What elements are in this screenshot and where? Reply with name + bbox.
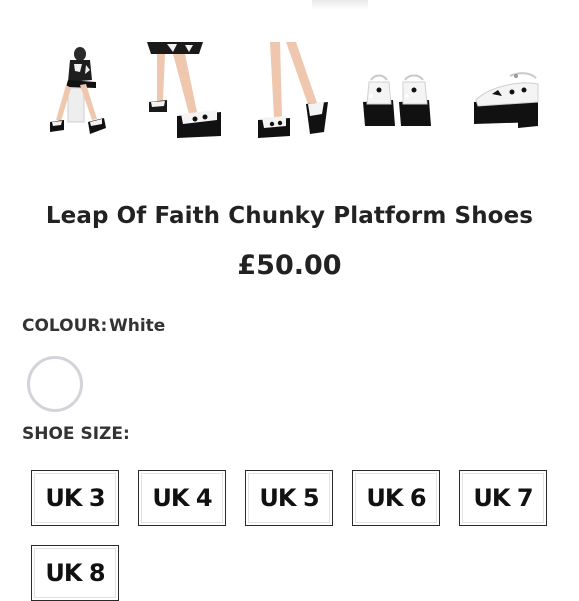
colour-swatch-white[interactable]: [27, 356, 83, 412]
model-legs-standing-photo-icon: [258, 42, 328, 138]
colour-label: COLOUR:: [22, 316, 108, 336]
product-title: Leap Of Faith Chunky Platform Shoes: [45, 203, 534, 229]
size-option-uk-5[interactable]: UK 5: [245, 470, 333, 526]
shoe-size-label: SHOE SIZE:: [22, 424, 130, 444]
thumbnail-2[interactable]: [137, 40, 225, 144]
size-option-uk-3[interactable]: UK 3: [31, 470, 119, 526]
size-option-uk-8[interactable]: UK 8: [31, 545, 119, 601]
size-option-uk-6[interactable]: UK 6: [352, 470, 440, 526]
colour-value: White: [109, 316, 166, 336]
thumbnail-gallery: [0, 40, 579, 146]
product-price: £50.00: [237, 250, 342, 281]
thumbnail-4[interactable]: [351, 40, 439, 144]
model-seated-photo-icon: [50, 47, 106, 134]
shoes-pair-back-view-photo-icon: [363, 74, 431, 126]
shoe-side-view-photo-icon: [474, 72, 539, 128]
previous-image-edge: [312, 0, 368, 10]
size-option-uk-7[interactable]: UK 7: [459, 470, 547, 526]
model-legs-crossed-photo-icon: [147, 42, 221, 138]
thumbnail-1[interactable]: [30, 40, 118, 144]
thumbnail-5[interactable]: [458, 40, 546, 144]
thumbnail-3[interactable]: [244, 40, 332, 144]
size-option-uk-4[interactable]: UK 4: [138, 470, 226, 526]
